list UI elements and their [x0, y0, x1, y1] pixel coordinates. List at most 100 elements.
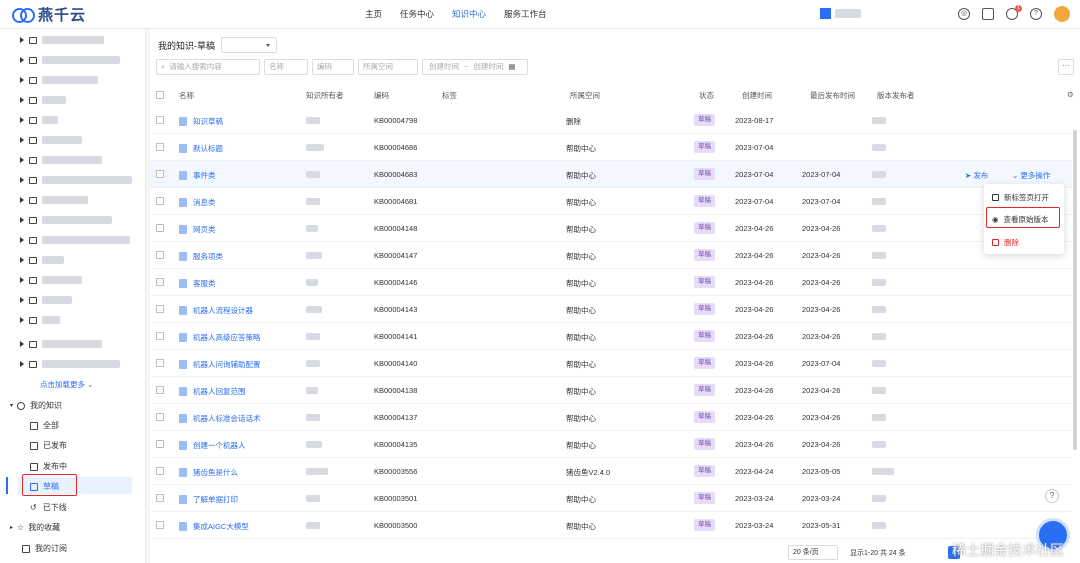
row-checkbox[interactable] [156, 224, 164, 232]
menu-delete[interactable]: 删除 [992, 237, 1019, 248]
more-actions[interactable]: ⌄ 更多操作 [1012, 170, 1050, 181]
load-more-link[interactable]: 点击加载更多 ⌄ [40, 379, 93, 390]
view-select[interactable] [221, 37, 277, 53]
sidebar-item-published[interactable]: 已发布 [30, 440, 67, 451]
col-status[interactable]: 状态 [699, 90, 714, 101]
nav-service-workbench[interactable]: 服务工作台 [495, 0, 556, 29]
search-input[interactable]: ⌕ 请输入搜索内容 [156, 59, 260, 75]
menu-open-new-tab[interactable]: 新标签页打开 [992, 192, 1049, 203]
tree-folder[interactable] [20, 113, 58, 127]
row-checkbox[interactable] [156, 494, 164, 502]
row-checkbox[interactable] [156, 467, 164, 475]
knowledge-title-link[interactable]: 创建一个机器人 [179, 440, 246, 451]
nav-task-center[interactable]: 任务中心 [391, 0, 443, 29]
tree-folder[interactable] [20, 53, 120, 67]
page-size-select[interactable]: 20 条/页 [788, 545, 838, 560]
table-row[interactable]: 网页类 KB00004148 帮助中心 草稿 2023-04-26 2023-04-26 [150, 215, 1072, 242]
table-row[interactable]: 了解单据打印 KB00003501 帮助中心 草稿 2023-03-24 2023-03-… [150, 485, 1072, 512]
tree-folder[interactable] [20, 213, 112, 227]
knowledge-title-link[interactable]: 客服类 [179, 278, 216, 289]
avatar[interactable] [1054, 6, 1070, 22]
sidebar-item-all[interactable]: 全部 [30, 420, 59, 431]
row-checkbox[interactable] [156, 386, 164, 394]
vertical-scrollbar[interactable] [1073, 130, 1077, 450]
col-name[interactable]: 名称 [179, 90, 194, 101]
knowledge-title-link[interactable]: 了解单据打印 [179, 494, 238, 505]
table-row[interactable]: 机器人问询辅助配置 KB00004140 帮助中心 草稿 2023-04-26 2023-… [150, 350, 1072, 377]
calendar-icon[interactable] [982, 8, 994, 20]
knowledge-title-link[interactable]: 服务项类 [179, 251, 223, 262]
table-row[interactable]: 机器人流程设计器 KB00004143 帮助中心 草稿 2023-04-26 2023-0… [150, 296, 1072, 323]
table-row[interactable]: 默认标题 KB00004686 帮助中心 草稿 2023-07-04 [150, 134, 1072, 161]
code-filter[interactable]: 编码 [312, 59, 354, 75]
col-version-publisher[interactable]: 版本发布者 [877, 90, 915, 101]
table-row[interactable]: 机器人回复范围 KB00004138 帮助中心 草稿 2023-04-26 2023-04… [150, 377, 1072, 404]
brand-logo[interactable]: 燕千云 [0, 4, 150, 25]
table-row[interactable]: 猪齿鱼是什么 KB00003556 猪齿鱼V2.4.0 草稿 2023-04-24 202… [150, 458, 1072, 485]
bell-icon[interactable]: 1 [1006, 5, 1022, 20]
sidebar-item-publishing[interactable]: 发布中 [30, 461, 67, 472]
table-row[interactable]: 事件类 KB00004683 帮助中心 草稿 2023-07-04 2023-07-04 [150, 161, 1072, 188]
tree-folder[interactable] [20, 273, 82, 287]
tree-folder[interactable] [20, 337, 102, 351]
table-row[interactable]: 集成AIGC大模型 KB00003500 帮助中心 草稿 2023-03-24 2023-… [150, 512, 1072, 539]
tree-folder[interactable] [20, 153, 102, 167]
section-favorites[interactable]: ▸ ☆ 我的收藏 [10, 522, 60, 533]
table-row[interactable]: 消息类 KB00004681 帮助中心 草稿 2023-07-04 2023-07-04 [150, 188, 1072, 215]
select-all-checkbox[interactable] [156, 91, 164, 99]
col-code[interactable]: 编码 [374, 90, 389, 101]
knowledge-title-link[interactable]: 默认标题 [179, 143, 223, 154]
row-checkbox[interactable] [156, 440, 164, 448]
table-row[interactable]: 机器人高级应答策略 KB00004141 帮助中心 草稿 2023-04-26 2023-… [150, 323, 1072, 350]
knowledge-title-link[interactable]: 机器人问询辅助配置 [179, 359, 261, 370]
table-row[interactable]: 客服类 KB00004146 帮助中心 草稿 2023-04-26 2023-04-26 [150, 269, 1072, 296]
publish-action[interactable]: ➤ 发布 [965, 170, 988, 181]
row-checkbox[interactable] [156, 332, 164, 340]
knowledge-title-link[interactable]: 网页类 [179, 224, 216, 235]
row-checkbox[interactable] [156, 170, 164, 178]
section-my-knowledge[interactable]: ▾ 我的知识 [10, 400, 62, 411]
row-checkbox[interactable] [156, 521, 164, 529]
help-ring-icon[interactable]: ◎ [958, 8, 970, 20]
tree-folder[interactable] [20, 133, 82, 147]
help-icon[interactable]: ? [1045, 489, 1059, 503]
knowledge-title-link[interactable]: 机器人标准会话话术 [179, 413, 261, 424]
table-row[interactable]: 机器人标准会话话术 KB00004137 帮助中心 草稿 2023-04-26 2023-… [150, 404, 1072, 431]
nav-knowledge-center[interactable]: 知识中心 [443, 0, 495, 29]
question-icon[interactable]: ? [1030, 8, 1042, 20]
section-subscriptions[interactable]: 我的订阅 [22, 543, 67, 554]
col-last-published[interactable]: 最后发布时间 [810, 90, 855, 101]
tree-folder[interactable] [20, 253, 64, 267]
tree-folder[interactable] [20, 357, 120, 371]
more-options-button[interactable]: ··· [1058, 59, 1074, 75]
sidebar-item-offline[interactable]: ↺ 已下线 [30, 502, 67, 513]
col-owner[interactable]: 知识所有者 [306, 90, 344, 101]
col-tags[interactable]: 标签 [442, 90, 457, 101]
row-checkbox[interactable] [156, 278, 164, 286]
row-checkbox[interactable] [156, 251, 164, 259]
row-checkbox[interactable] [156, 413, 164, 421]
org-switcher[interactable] [820, 8, 861, 19]
knowledge-title-link[interactable]: 机器人高级应答策略 [179, 332, 261, 343]
row-checkbox[interactable] [156, 305, 164, 313]
knowledge-title-link[interactable]: 知识草稿 [179, 116, 223, 127]
knowledge-title-link[interactable]: 机器人回复范围 [179, 386, 246, 397]
table-row[interactable]: 服务项类 KB00004147 帮助中心 草稿 2023-04-26 2023-04-26 [150, 242, 1072, 269]
name-filter[interactable]: 名称 [264, 59, 308, 75]
row-checkbox[interactable] [156, 143, 164, 151]
row-checkbox[interactable] [156, 197, 164, 205]
tree-folder[interactable] [20, 33, 104, 47]
knowledge-title-link[interactable]: 猪齿鱼是什么 [179, 467, 238, 478]
created-time-range[interactable]: 创建时间 ~ 创建时间 ▦ [422, 59, 528, 75]
col-space[interactable]: 所属空间 [570, 90, 600, 101]
row-checkbox[interactable] [156, 116, 164, 124]
col-created[interactable]: 创建时间 [742, 90, 772, 101]
knowledge-title-link[interactable]: 集成AIGC大模型 [179, 521, 249, 532]
tree-folder[interactable] [20, 173, 132, 187]
knowledge-title-link[interactable]: 机器人流程设计器 [179, 305, 253, 316]
tree-folder[interactable] [20, 313, 60, 327]
tree-folder[interactable] [20, 73, 98, 87]
tree-folder[interactable] [20, 293, 72, 307]
space-filter[interactable]: 所属空间 [358, 59, 418, 75]
tree-folder[interactable] [20, 233, 130, 247]
